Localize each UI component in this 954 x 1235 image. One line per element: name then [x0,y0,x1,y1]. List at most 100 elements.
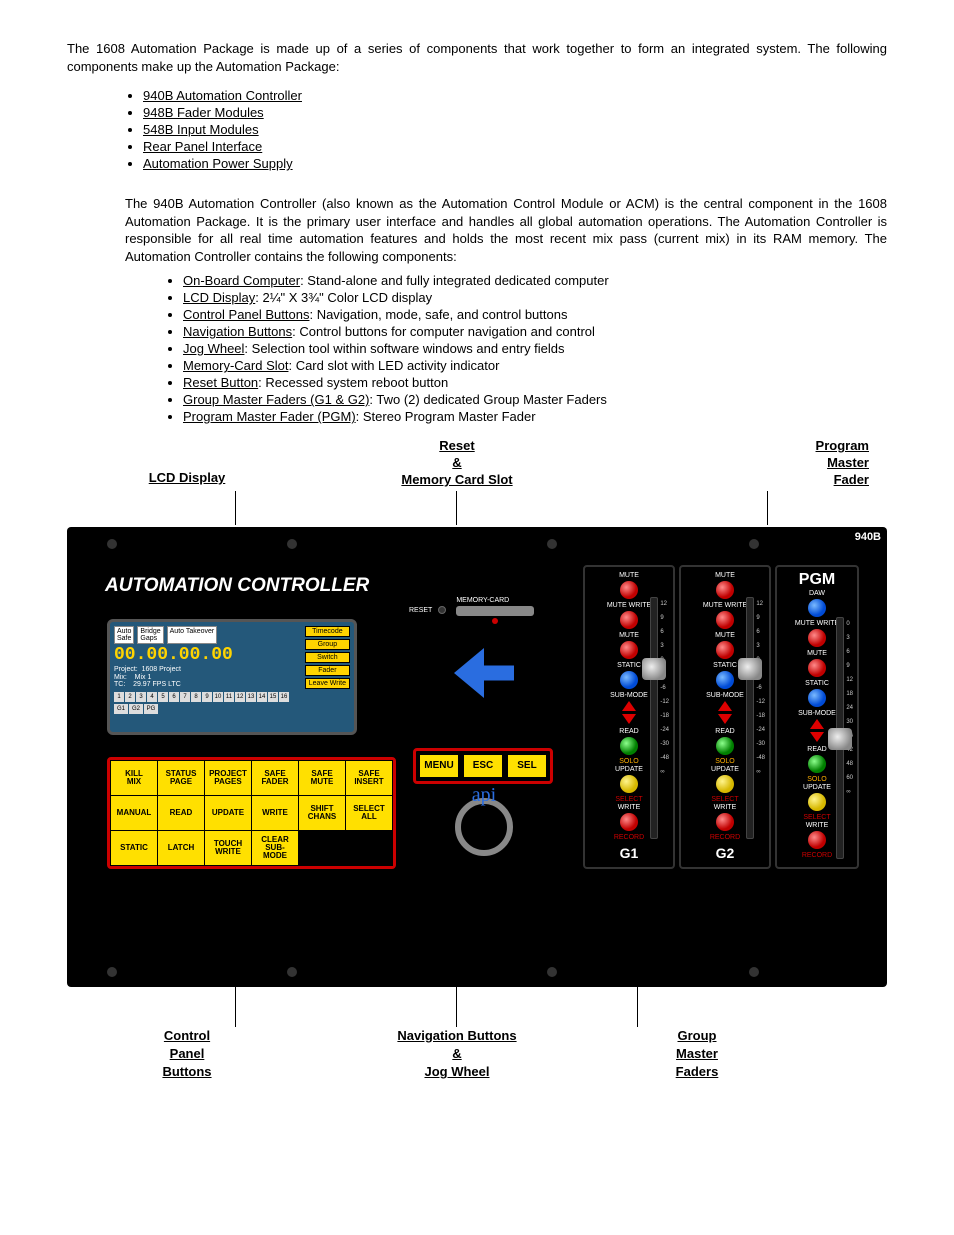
read-button[interactable] [808,755,826,773]
reset-button[interactable] [438,606,446,614]
fader-handle[interactable] [642,658,666,680]
memory-card-slot[interactable] [456,606,534,616]
mute-button-label: MUTE [807,650,827,657]
mute-write-button-label: MUTE WRITE [795,620,839,627]
menu-button[interactable]: MENU [420,755,458,777]
components-list: 940B Automation Controller948B Fader Mod… [143,88,887,171]
mute-button2[interactable] [716,641,734,659]
update-button[interactable] [808,793,826,811]
control-panel-button[interactable]: WRITE [252,795,299,830]
lcd-side-button[interactable]: Switch [305,652,350,663]
write-button[interactable] [620,813,638,831]
control-panel-button[interactable]: STATUSPAGE [158,760,205,795]
write-button[interactable] [716,813,734,831]
component-item: Automation Power Supply [143,156,887,171]
fader-slot[interactable] [836,617,844,859]
control-panel-button[interactable]: SAFEINSERT [346,760,393,795]
lcd-tc-label: TC: [114,681,125,688]
fader-handle[interactable] [828,728,852,750]
control-panel-button[interactable]: STATIC [111,830,158,865]
api-logo-text: api [472,784,496,807]
control-panel-button[interactable]: MANUAL [111,795,158,830]
write-button-label: WRITE [806,822,829,829]
pointer-line [456,987,457,1027]
daw-button[interactable] [808,599,826,617]
control-panel-button[interactable]: SAFEFADER [252,760,299,795]
subcomponent-item: Control Panel Buttons: Navigation, mode,… [183,307,887,322]
panel-title: AUTOMATION CONTROLLER [105,575,369,597]
update-button[interactable] [716,775,734,793]
mute-button[interactable] [716,581,734,599]
subcomponent-item: Memory-Card Slot: Card slot with LED act… [183,358,887,373]
mute-write-button[interactable] [620,611,638,629]
lcd-channel-num: 10 [213,692,223,702]
read-button[interactable] [620,737,638,755]
mute-button-label: MUTE [619,572,639,579]
control-panel-button[interactable]: SELECTALL [346,795,393,830]
mute-write-button[interactable] [808,629,826,647]
nudge-up-button[interactable] [810,719,824,729]
static-button[interactable] [620,671,638,689]
lcd-tab[interactable]: Auto Takeover [167,626,218,644]
fader-slot[interactable] [650,597,658,839]
lcd-group-indicator: G1 [114,704,128,714]
control-panel-button[interactable]: READ [158,795,205,830]
pgm-title: PGM [799,571,835,589]
component-item: Rear Panel Interface [143,139,887,154]
sub-mode-label: SUB-MODE [610,692,648,699]
fader-handle[interactable] [738,658,762,680]
fader-scale: 129630-3-6-12-18-24-30-48∞ [756,597,765,779]
nudge-up-button[interactable] [622,701,636,711]
control-panel-button[interactable]: PROJECTPAGES [205,760,252,795]
lcd-project-value: 1608 Project [142,666,181,673]
fader-slot[interactable] [746,597,754,839]
nudge-down-button[interactable] [622,714,636,724]
mute-button2[interactable] [620,641,638,659]
control-panel-button-grid: KILLMIXSTATUSPAGEPROJECTPAGESSAFEFADERSA… [107,757,396,869]
read-button[interactable] [716,737,734,755]
static-button[interactable] [716,671,734,689]
lcd-side-button[interactable]: Group [305,639,350,650]
nudge-up-button[interactable] [718,701,732,711]
control-panel-button[interactable]: CLEARSUB-MODE [252,830,299,865]
static-button-label: STATIC [805,680,829,687]
static-button[interactable] [808,689,826,707]
lcd-channel-num: 2 [125,692,135,702]
component-item: 948B Fader Modules [143,105,887,120]
lcd-channel-num: 13 [246,692,256,702]
update-button[interactable] [620,775,638,793]
mute-button[interactable] [620,581,638,599]
memory-card-label: MEMORY-CARD [456,597,509,604]
lcd-tab[interactable]: BridgeGaps [137,626,163,644]
control-panel-button[interactable]: TOUCHWRITE [205,830,252,865]
control-panel-button[interactable]: KILLMIX [111,760,158,795]
nudge-down-button[interactable] [718,714,732,724]
sub-mode-label: SUB-MODE [706,692,744,699]
pointer-line [456,491,457,525]
lcd-side-button[interactable]: Timecode [305,626,350,637]
subcomponent-item: LCD Display: 2¼" X 3¾" Color LCD display [183,290,887,305]
lcd-channel-num: 6 [169,692,179,702]
pointer-line [235,491,236,525]
lcd-channel-num: 5 [158,692,168,702]
mute-write-button[interactable] [716,611,734,629]
fader-scale: 03691218243036424860∞ [846,617,853,799]
mute-button[interactable] [808,659,826,677]
lcd-group-indicator: G2 [129,704,143,714]
sel-button[interactable]: SEL [508,755,546,777]
control-panel-button[interactable]: SAFEMUTE [299,760,346,795]
write-button[interactable] [808,831,826,849]
static-button-label: STATIC [617,662,641,669]
lcd-side-button[interactable]: Fader [305,665,350,676]
fader-pgm: PGMDAWMUTE WRITEMUTESTATICSUB-MODEREADSO… [775,565,859,869]
lcd-channel-num: 11 [224,692,234,702]
control-panel-button[interactable]: LATCH [158,830,205,865]
esc-button[interactable]: ESC [464,755,502,777]
subcomponent-item: Program Master Fader (PGM): Stereo Progr… [183,409,887,424]
lcd-tab[interactable]: AutoSafe [114,626,134,644]
lcd-tc-value: 29.97 FPS LTC [133,681,181,688]
control-panel-button[interactable]: SHIFTCHANS [299,795,346,830]
nudge-down-button[interactable] [810,732,824,742]
control-panel-button[interactable]: UPDATE [205,795,252,830]
lcd-side-button[interactable]: Leave Write [305,678,350,689]
